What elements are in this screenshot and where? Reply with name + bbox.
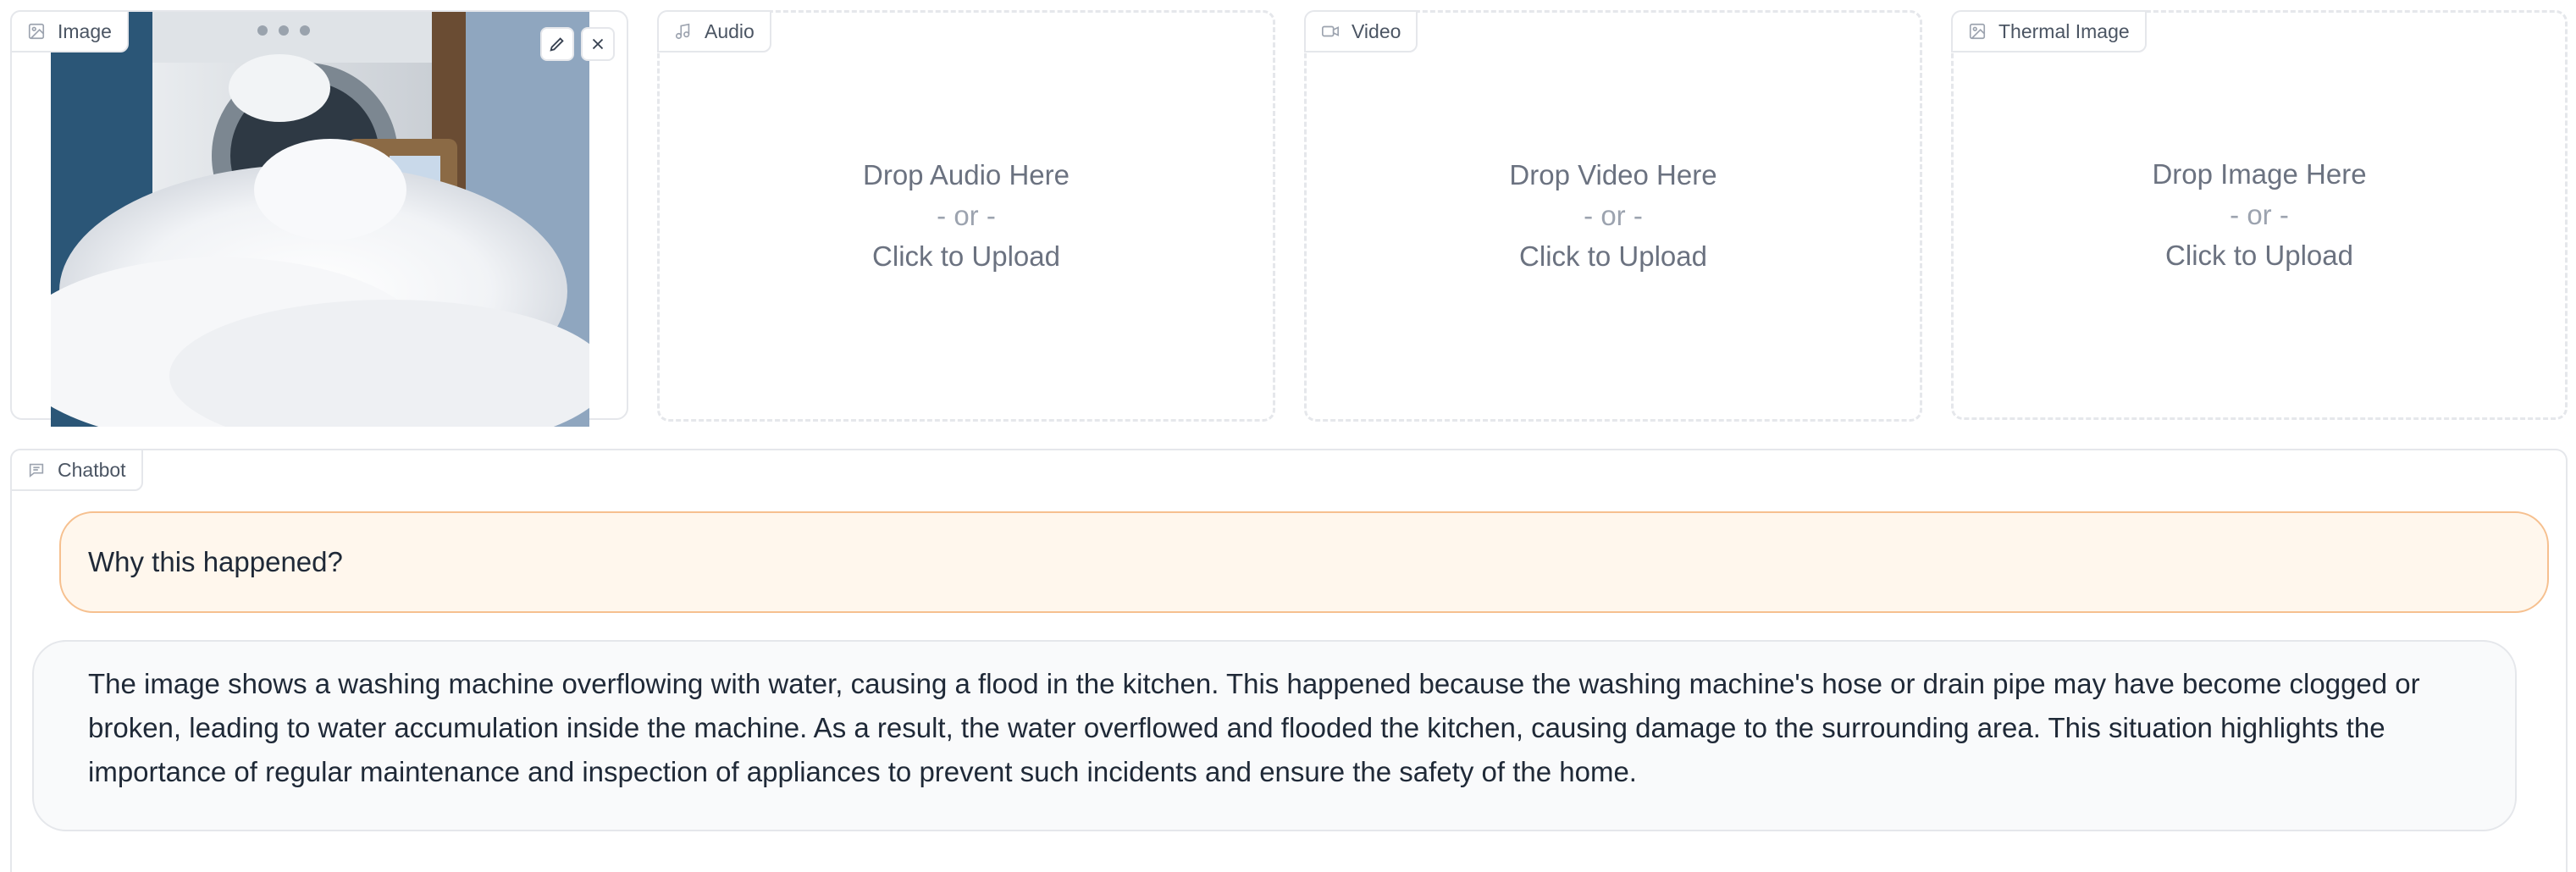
audio-panel-label: Audio bbox=[657, 10, 771, 52]
audio-drop-zone[interactable]: Drop Audio Here - or - Click to Upload bbox=[660, 13, 1273, 419]
thermal-image-drop-zone[interactable]: Drop Image Here - or - Click to Upload bbox=[1954, 13, 2565, 417]
chatbot-panel-label: Chatbot bbox=[10, 449, 143, 491]
uploaded-image bbox=[51, 12, 589, 427]
audio-panel-title: Audio bbox=[705, 19, 755, 42]
bot-message-text: The image shows a washing machine overfl… bbox=[88, 668, 2420, 787]
chatbot-panel-title: Chatbot bbox=[58, 458, 126, 481]
or-separator: - or - bbox=[2230, 199, 2289, 230]
image-panel-label: Image bbox=[10, 10, 129, 52]
pencil-icon bbox=[550, 37, 564, 52]
click-to-upload-text: Click to Upload bbox=[2165, 240, 2353, 271]
thermal-image-upload-panel[interactable]: Thermal Image Drop Image Here - or - Cli… bbox=[1951, 10, 2568, 420]
chat-bubble-icon bbox=[29, 463, 44, 478]
image-panel: Image bbox=[10, 10, 628, 427]
click-to-upload-text: Click to Upload bbox=[1519, 240, 1707, 272]
image-icon bbox=[1969, 23, 1986, 40]
clear-image-button[interactable] bbox=[581, 27, 615, 61]
user-message-text: Why this happened? bbox=[88, 546, 343, 577]
thermal-image-panel-label: Thermal Image bbox=[1951, 10, 2147, 52]
edit-image-button[interactable] bbox=[540, 27, 574, 61]
user-message: Why this happened? bbox=[59, 511, 2549, 613]
video-camera-icon bbox=[1322, 25, 1339, 37]
video-upload-panel[interactable]: Video Drop Video Here - or - Click to Up… bbox=[1304, 10, 1922, 422]
or-separator: - or - bbox=[1584, 200, 1643, 231]
image-icon bbox=[28, 23, 45, 40]
close-icon bbox=[592, 38, 604, 50]
video-drop-zone[interactable]: Drop Video Here - or - Click to Upload bbox=[1307, 13, 1920, 419]
video-panel-label: Video bbox=[1304, 10, 1418, 52]
thermal-image-panel-title: Thermal Image bbox=[1998, 19, 2130, 42]
drop-video-text: Drop Video Here bbox=[1509, 159, 1717, 190]
click-to-upload-text: Click to Upload bbox=[872, 240, 1060, 272]
audio-upload-panel[interactable]: Audio Drop Audio Here - or - Click to Up… bbox=[657, 10, 1275, 422]
washing-machine-image bbox=[51, 12, 589, 427]
music-note-icon bbox=[675, 23, 690, 40]
drop-audio-text: Drop Audio Here bbox=[863, 159, 1070, 190]
image-panel-title: Image bbox=[58, 19, 112, 42]
video-panel-title: Video bbox=[1352, 19, 1401, 42]
or-separator: - or - bbox=[937, 200, 996, 231]
bot-message: The image shows a washing machine overfl… bbox=[32, 640, 2517, 831]
drop-image-text: Drop Image Here bbox=[2152, 158, 2367, 190]
